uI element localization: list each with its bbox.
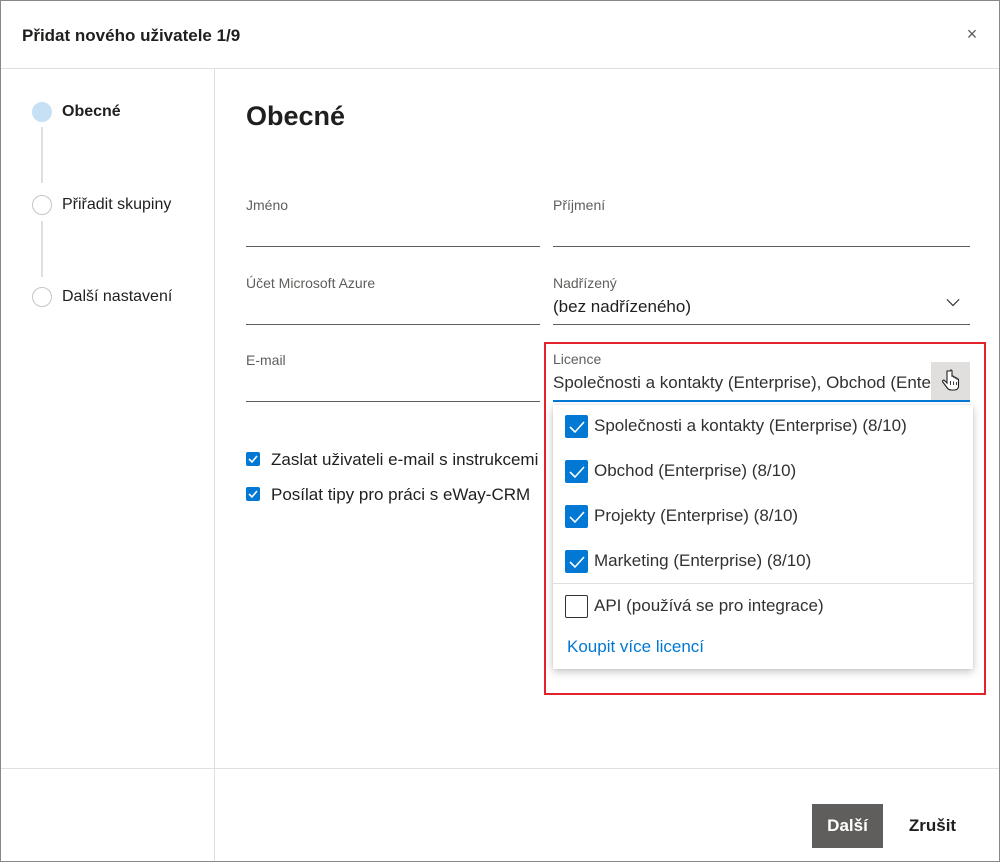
close-icon[interactable]: × <box>961 23 983 45</box>
license-option-sales[interactable]: Obchod (Enterprise) (8/10) <box>553 450 973 494</box>
license-option-api[interactable]: API (používá se pro integrace) <box>553 585 973 629</box>
first-name-field[interactable]: Jméno <box>246 197 540 247</box>
license-label: Licence <box>553 351 602 367</box>
buy-more-licenses-link[interactable]: Koupit více licencí <box>567 637 704 657</box>
chevron-down-icon <box>946 298 960 307</box>
dialog-title: Přidat nového uživatele 1/9 <box>22 26 241 45</box>
step-label: Přiřadit skupiny <box>62 196 172 213</box>
checkbox-unchecked-icon <box>565 595 588 618</box>
add-user-dialog: Přidat nového uživatele 1/9 × Obecné Při… <box>0 0 1000 862</box>
license-option-label: API (používá se pro integrace) <box>594 596 824 615</box>
step-label: Obecné <box>62 103 121 120</box>
license-option-label: Marketing (Enterprise) (8/10) <box>594 551 812 570</box>
cancel-button[interactable]: Zrušit <box>897 804 968 848</box>
send-instructions-label: Zaslat uživateli e-mail s instrukcemi k <box>271 450 544 469</box>
footer-divider <box>1 768 999 769</box>
license-dropdown-button[interactable] <box>931 362 970 400</box>
checkbox-checked-icon <box>246 452 260 466</box>
page-title: Obecné <box>246 101 346 131</box>
checkbox-checked-icon <box>565 505 588 528</box>
license-select[interactable]: Licence Společnosti a kontakty (Enterpri… <box>553 350 970 402</box>
checkbox-checked-icon <box>565 550 588 573</box>
hand-cursor-icon <box>941 369 960 391</box>
license-option-companies[interactable]: Společnosti a kontakty (Enterprise) (8/1… <box>553 405 973 449</box>
dialog-header: Přidat nového uživatele 1/9 × <box>1 1 999 69</box>
email-field[interactable]: E-mail <box>246 352 540 402</box>
azure-account-label: Účet Microsoft Azure <box>246 275 376 291</box>
supervisor-label: Nadřízený <box>553 275 617 291</box>
next-button[interactable]: Další <box>812 804 883 848</box>
checkbox-checked-icon <box>246 487 260 501</box>
step-label: Další nastavení <box>62 288 173 305</box>
license-option-label: Projekty (Enterprise) (8/10) <box>594 506 799 525</box>
supervisor-value: (bez nadřízeného) <box>553 297 691 316</box>
send-instructions-checkbox[interactable]: Zaslat uživateli e-mail s instrukcemi k <box>246 450 544 470</box>
step-indicator-icon <box>32 102 52 122</box>
dropdown-divider <box>553 583 973 584</box>
license-option-projects[interactable]: Projekty (Enterprise) (8/10) <box>553 495 973 539</box>
checkbox-checked-icon <box>565 415 588 438</box>
license-dropdown-list: Společnosti a kontakty (Enterprise) (8/1… <box>553 405 973 669</box>
supervisor-select[interactable]: Nadřízený (bez nadřízeného) <box>553 275 970 325</box>
azure-account-field[interactable]: Účet Microsoft Azure <box>246 275 540 325</box>
wizard-steps: Obecné Přiřadit skupiny Další nastavení <box>1 69 215 861</box>
step-indicator-icon <box>32 287 52 307</box>
step-indicator-icon <box>32 195 52 215</box>
license-option-label: Společnosti a kontakty (Enterprise) (8/1… <box>594 416 907 435</box>
checkbox-checked-icon <box>565 460 588 483</box>
send-tips-label: Posílat tipy pro práci s eWay-CRM <box>271 485 531 504</box>
email-label: E-mail <box>246 352 286 368</box>
license-option-marketing[interactable]: Marketing (Enterprise) (8/10) <box>553 540 973 584</box>
last-name-label: Příjmení <box>553 197 606 213</box>
step-connector <box>41 127 43 183</box>
last-name-field[interactable]: Příjmení <box>553 197 970 247</box>
license-value: Společnosti a kontakty (Enterprise), Obc… <box>553 373 931 392</box>
first-name-label: Jméno <box>246 197 289 213</box>
license-option-label: Obchod (Enterprise) (8/10) <box>594 461 797 480</box>
step-connector <box>41 221 43 277</box>
